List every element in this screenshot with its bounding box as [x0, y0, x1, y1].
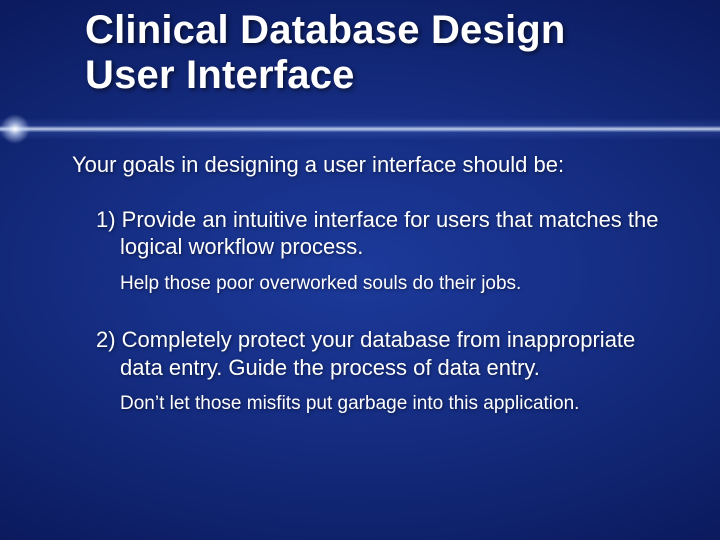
- lens-flare-divider: [0, 118, 720, 140]
- point-2-aside: Don’t let those misfits put garbage into…: [72, 391, 672, 417]
- slide: Clinical Database Design User Interface …: [0, 0, 720, 540]
- intro-text: Your goals in designing a user interface…: [72, 150, 672, 180]
- point-1: 1) Provide an intuitive interface for us…: [72, 206, 672, 261]
- point-1-aside: Help those poor overworked souls do thei…: [72, 271, 672, 297]
- point-2: 2) Completely protect your database from…: [72, 326, 672, 381]
- slide-body: Your goals in designing a user interface…: [72, 150, 672, 447]
- title-line-2: User Interface: [85, 53, 355, 97]
- title-line-1: Clinical Database Design: [85, 8, 566, 52]
- slide-title: Clinical Database Design User Interface: [85, 8, 685, 98]
